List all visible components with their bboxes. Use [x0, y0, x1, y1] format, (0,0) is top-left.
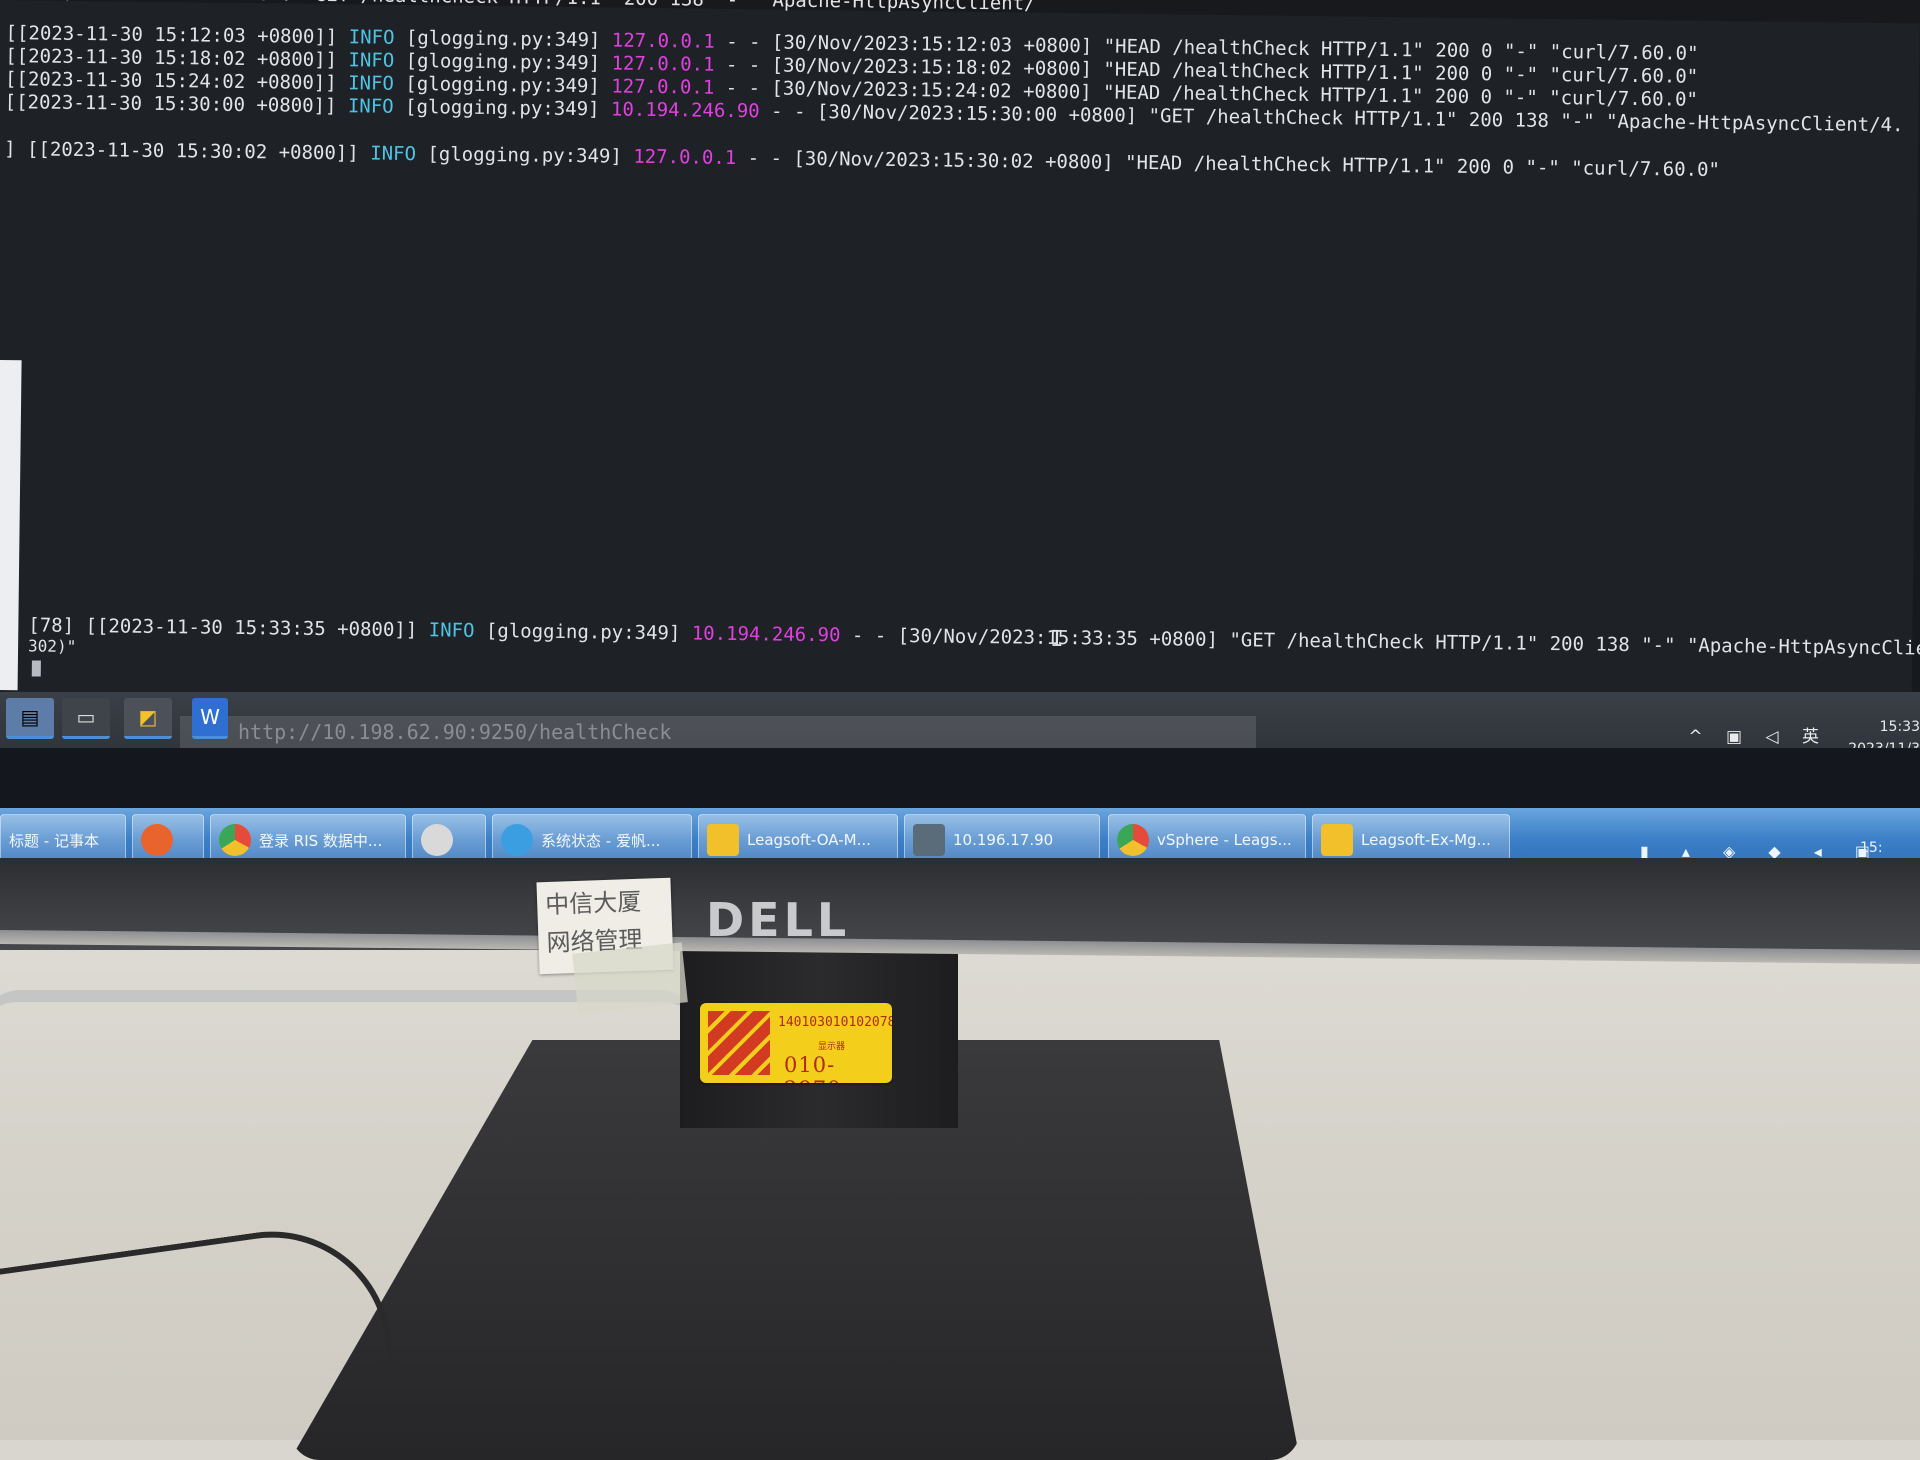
terminal-cursor	[31, 656, 41, 678]
asset-tag-stripe	[708, 1011, 770, 1075]
chrome-icon	[1117, 824, 1149, 856]
remote-tool-icon[interactable]: ◩	[124, 698, 172, 739]
firefox-icon	[141, 824, 173, 856]
taskbar-button-notepad[interactable]: 标题 - 记事本	[0, 814, 126, 860]
asset-code: 140103010102078	[778, 1015, 892, 1030]
remote-window-border	[0, 748, 1920, 810]
terminal-icon[interactable]: ▭	[62, 698, 110, 739]
monitor-screen: (Java)" . . . . . . . . . "GET /healthCh…	[0, 0, 1920, 860]
wps-writer-icon[interactable]: W	[192, 698, 228, 739]
chrome-icon	[219, 824, 251, 856]
server-manager-icon[interactable]: ▤	[6, 698, 54, 739]
magnifier-icon	[421, 824, 453, 856]
url-input[interactable]: http://10.198.62.90:9250/healthCheck	[180, 716, 1256, 748]
asset-tag-label: 140103010102078 显示器 010-2970	[700, 1003, 892, 1083]
asset-type: 显示器	[818, 1042, 846, 1052]
asset-number: 010-2970	[784, 1053, 840, 1083]
side-panel	[0, 359, 22, 691]
terminal-window[interactable]: (Java)" . . . . . . . . . "GET /healthCh…	[0, 0, 1920, 724]
taskbar-button-vsphere[interactable]: vSphere - Leags...	[1108, 814, 1306, 860]
dell-logo: DELL	[706, 893, 851, 947]
taskbar-button-leagsoft-ex[interactable]: Leagsoft-Ex-Mg...	[1312, 814, 1510, 860]
taskbar-button-leagsoft-oa[interactable]: Leagsoft-OA-M...	[698, 814, 898, 860]
leagsoft-icon	[707, 824, 739, 856]
log-line-latest: [78] [[2023-11-30 15:33:35 +0800]] INFO …	[28, 614, 1920, 661]
text-cursor-icon: I	[1050, 626, 1064, 653]
tape	[572, 942, 688, 1014]
host-taskbar-clock[interactable]: 15: 2023-1	[1860, 836, 1910, 860]
taskbar-button-firefox[interactable]	[132, 814, 204, 860]
taskbar-button-remote-desktop[interactable]: 10.196.17.90	[904, 814, 1100, 860]
taskbar-button-chrome-ris[interactable]: 登录 RIS 数据中...	[210, 814, 406, 860]
browser-icon	[501, 824, 533, 856]
log-line-cut: (Java)" . . . . . . . . . "GET /healthCh…	[6, 0, 1036, 15]
log-line: ] [[2023-11-30 15:30:02 +0800]] INFO [gl…	[4, 138, 1721, 182]
log-line-wrap: 302)"	[27, 636, 77, 656]
taskbar-button-system-status[interactable]: 系统状态 - 爱帆...	[492, 814, 692, 860]
taskbar-button-app[interactable]	[412, 814, 486, 860]
leagsoft-icon	[1321, 824, 1353, 856]
system-tray[interactable]: ^ ▣ ◁ 英	[1688, 722, 1828, 747]
remote-desktop-icon	[913, 824, 945, 856]
